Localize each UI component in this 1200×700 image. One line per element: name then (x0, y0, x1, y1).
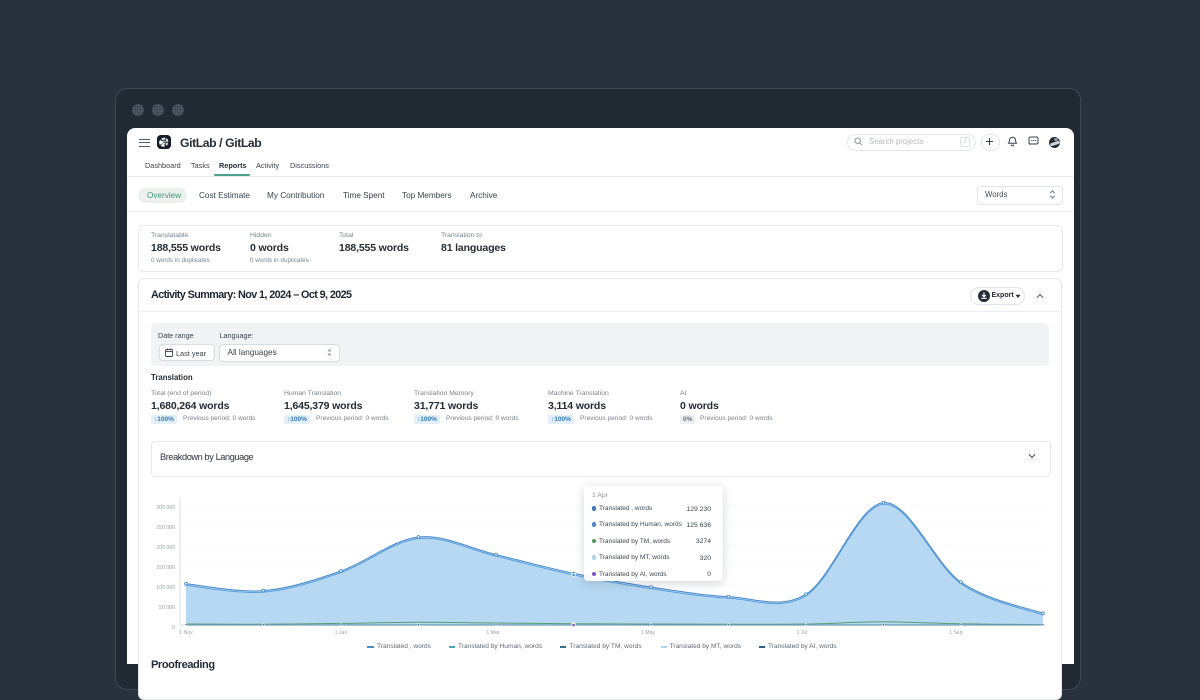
svg-text:100 000: 100 000 (156, 585, 175, 591)
svg-text:200 000: 200 000 (156, 545, 175, 551)
svg-text:1 Sep: 1 Sep (949, 630, 963, 636)
svg-text:1 Jul: 1 Jul (797, 630, 808, 636)
svg-text:300 000: 300 000 (156, 505, 175, 511)
svg-text:0: 0 (172, 625, 175, 631)
svg-text:1 Mar: 1 Mar (486, 630, 500, 636)
svg-text:150 000: 150 000 (156, 565, 175, 571)
svg-text:1 Jan: 1 Jan (335, 630, 348, 636)
svg-text:250 000: 250 000 (156, 525, 175, 531)
svg-text:50 000: 50 000 (159, 605, 175, 611)
svg-text:1 May: 1 May (641, 630, 656, 636)
svg-text:1 Nov: 1 Nov (179, 630, 193, 636)
